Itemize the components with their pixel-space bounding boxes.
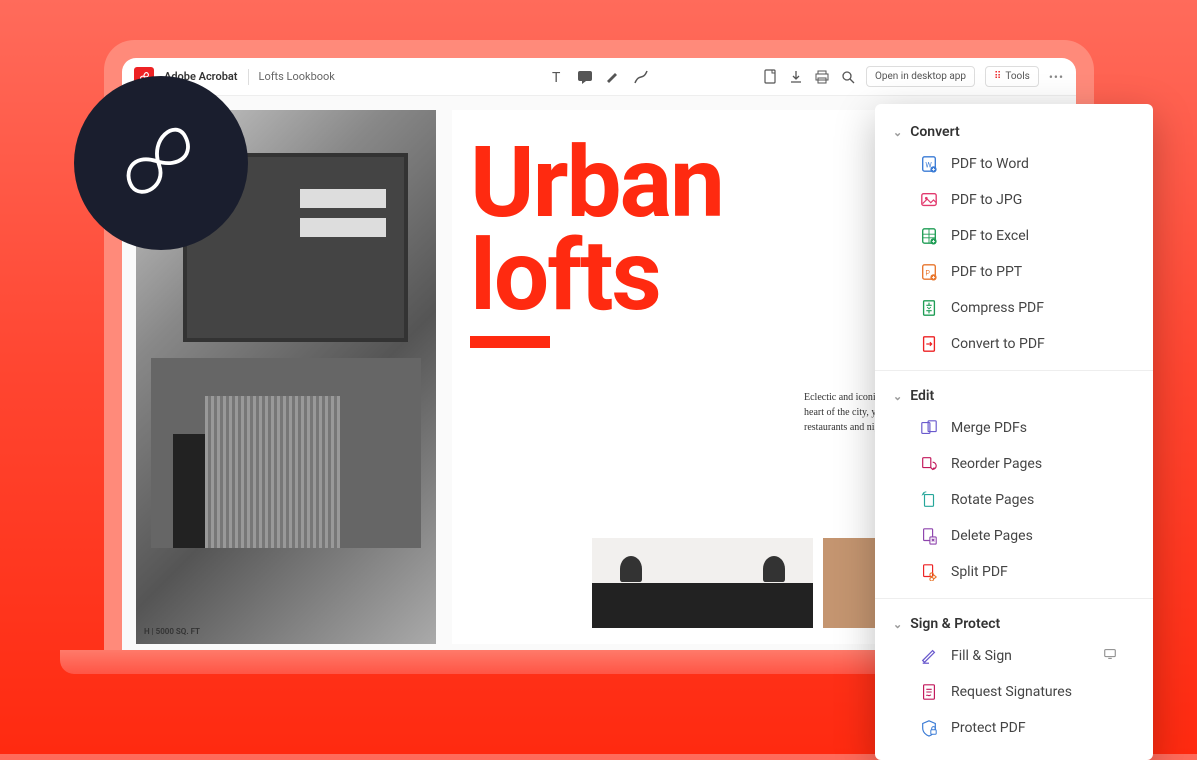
fill-sign-icon [919,646,939,666]
section-header-edit[interactable]: ⌄ Edit [875,382,1153,410]
text-tool-icon[interactable]: T [549,69,565,85]
tool-label: Split PDF [951,564,1008,580]
split-icon [919,562,939,582]
tool-delete-pages[interactable]: Delete Pages [875,518,1153,554]
acrobat-loop-icon [113,115,209,211]
tool-pdf-to-jpg[interactable]: PDF to JPG [875,182,1153,218]
tool-merge-pdfs[interactable]: Merge PDFs [875,410,1153,446]
tool-label: PDF to JPG [951,192,1022,208]
annotation-tools: T [549,69,649,85]
tool-pdf-to-ppt[interactable]: P PDF to PPT [875,254,1153,290]
top-toolbar: Adobe Acrobat Lofts Lookbook T Open in d… [122,58,1076,96]
chevron-down-icon: ⌄ [893,126,902,139]
tools-grid-icon: ⠿ [994,71,1001,82]
chevron-down-icon: ⌄ [893,390,902,403]
comment-tool-icon[interactable] [577,69,593,85]
heading-underline [470,336,550,348]
reorder-icon [919,454,939,474]
more-menu-icon[interactable]: ••• [1049,70,1064,84]
jpg-image-icon [919,190,939,210]
rotate-icon [919,490,939,510]
page-tool-icon[interactable] [762,69,778,85]
delete-page-icon [919,526,939,546]
print-icon[interactable] [814,69,830,85]
word-doc-icon: W [919,154,939,174]
tools-panel: ⌄ Convert W PDF to Word PDF to JPG PDF t… [875,104,1153,760]
request-sign-icon [919,682,939,702]
tool-reorder-pages[interactable]: Reorder Pages [875,446,1153,482]
tool-label: PDF to Word [951,156,1029,172]
tool-label: Protect PDF [951,720,1026,736]
protect-icon [919,718,939,738]
tool-label: Reorder Pages [951,456,1042,472]
tool-label: Fill & Sign [951,648,1012,664]
tool-protect-pdf[interactable]: Protect PDF [875,710,1153,746]
acrobat-badge [74,76,248,250]
divider [248,69,249,85]
ppt-doc-icon: P [919,262,939,282]
tool-compress-pdf[interactable]: Compress PDF [875,290,1153,326]
tools-button-label: Tools [1005,71,1029,82]
svg-text:P: P [925,269,930,278]
tool-label: Rotate Pages [951,492,1034,508]
section-header-convert[interactable]: ⌄ Convert [875,118,1153,146]
tool-rotate-pages[interactable]: Rotate Pages [875,482,1153,518]
merge-icon [919,418,939,438]
tool-pdf-to-word[interactable]: W PDF to Word [875,146,1153,182]
svg-text:T: T [552,70,561,85]
tool-label: PDF to PPT [951,264,1022,280]
convert-pdf-icon [919,334,939,354]
draw-tool-icon[interactable] [633,69,649,85]
document-title: Lofts Lookbook [259,70,335,83]
tool-label: Request Signatures [951,684,1072,700]
tool-label: Delete Pages [951,528,1033,544]
topbar-right: Open in desktop app ⠿ Tools ••• [762,66,1064,87]
tool-label: Convert to PDF [951,336,1045,352]
highlight-tool-icon[interactable] [605,69,621,85]
tool-label: Compress PDF [951,300,1044,316]
tool-pdf-to-excel[interactable]: PDF to Excel [875,218,1153,254]
tool-label: PDF to Excel [951,228,1029,244]
section-title: Convert [910,124,959,140]
chevron-down-icon: ⌄ [893,618,902,631]
monitor-icon [1103,647,1117,665]
download-icon[interactable] [788,69,804,85]
thumbnail-image [592,538,813,628]
image-caption: H | 5000 SQ. FT [144,627,200,636]
tool-convert-to-pdf[interactable]: Convert to PDF [875,326,1153,362]
open-desktop-button[interactable]: Open in desktop app [866,66,975,87]
section-title: Edit [910,388,934,404]
section-header-sign[interactable]: ⌄ Sign & Protect [875,610,1153,638]
tool-fill-and-sign[interactable]: Fill & Sign [875,638,1153,674]
excel-doc-icon [919,226,939,246]
section-title: Sign & Protect [910,616,1000,632]
tool-request-signatures[interactable]: Request Signatures [875,674,1153,710]
tool-label: Merge PDFs [951,420,1027,436]
tools-button[interactable]: ⠿ Tools [985,66,1039,87]
search-icon[interactable] [840,69,856,85]
compress-icon [919,298,939,318]
tool-split-pdf[interactable]: Split PDF [875,554,1153,590]
